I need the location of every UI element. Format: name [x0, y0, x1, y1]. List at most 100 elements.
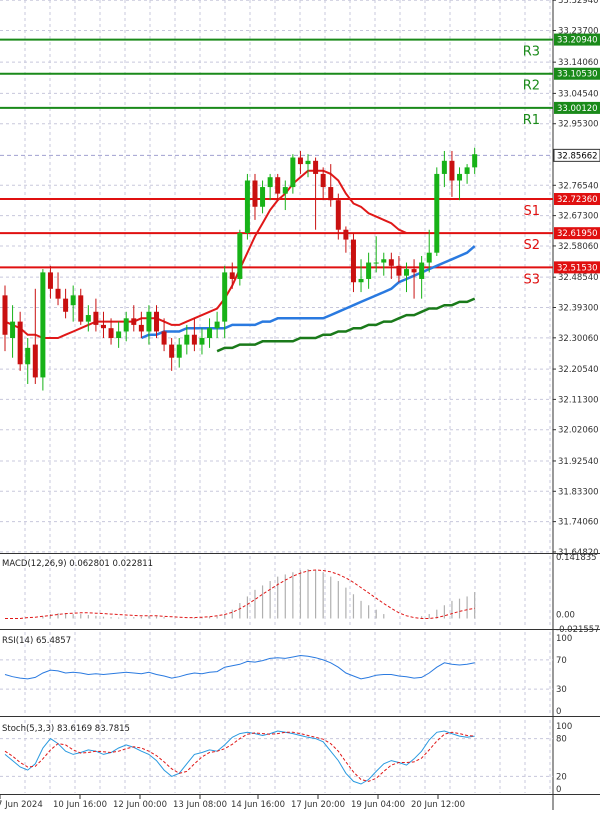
candle	[100, 311, 106, 339]
level-name-s2: S2	[523, 238, 540, 253]
candle-body	[244, 180, 250, 234]
candle	[411, 259, 417, 299]
candle	[472, 147, 478, 174]
rsi-tick-label: 0	[556, 707, 561, 717]
candle-body	[85, 315, 91, 322]
candle-body	[267, 177, 273, 188]
price-tick-label: 32.20540	[558, 365, 599, 375]
candle-body	[350, 239, 356, 283]
candle-body	[343, 229, 349, 240]
candle	[457, 167, 463, 201]
price-tick-label: 31.92540	[558, 457, 599, 467]
candle-body	[396, 265, 402, 276]
level-price-label: 32.72360	[557, 195, 598, 205]
candle-body	[116, 331, 122, 339]
candle-body	[411, 269, 417, 273]
candle-body	[252, 180, 258, 207]
candle	[191, 318, 197, 352]
candle	[116, 321, 122, 348]
candle-body	[176, 344, 182, 358]
level-price-label: 33.10530	[557, 70, 598, 80]
rsi-panel: RSI(14) 65.4857 100 70 30 0	[0, 634, 572, 717]
candle	[381, 252, 387, 276]
current-price-label: 32.85662	[557, 151, 598, 161]
candle	[275, 173, 281, 201]
candle	[85, 305, 91, 332]
price-tick-label: 32.67300	[558, 212, 599, 222]
price-tick-label: 32.58060	[558, 242, 599, 252]
candle-body	[426, 252, 432, 263]
candle	[176, 338, 182, 368]
level-price-label: 33.00120	[557, 104, 598, 114]
candle-body	[25, 347, 31, 365]
candle-body	[214, 321, 220, 329]
time-tick-label: 17 Jun 20:00	[291, 800, 345, 810]
candle	[214, 311, 220, 339]
time-tick-label: 7 Jun 2024	[0, 800, 43, 810]
candle-body	[207, 328, 213, 339]
stoch-title: Stoch(5,3,3) 83.6169 83.7815	[2, 724, 130, 734]
chart-root: R3 33.20940 R2 33.10530 R1 33.00120 S1 32.72360…	[0, 0, 600, 810]
rsi-tick-label: 30	[556, 685, 567, 695]
macd-title: MACD(12,26,9) 0.062801 0.022811	[2, 559, 153, 569]
candle-body	[146, 311, 152, 332]
candle	[267, 173, 273, 201]
stoch-tick-label: 0	[556, 785, 561, 795]
candle-body	[154, 311, 160, 332]
candle-body	[63, 298, 69, 312]
rsi-tick-label: 100	[556, 634, 572, 644]
price-tick-label: 32.30060	[558, 334, 599, 344]
candle-body	[55, 288, 61, 299]
candle-body	[78, 295, 84, 322]
candle-body	[131, 318, 137, 325]
candle-body	[70, 295, 76, 306]
candle-body	[457, 173, 463, 181]
candle-body	[320, 173, 326, 188]
candle	[123, 311, 129, 342]
level-name-r3: R3	[523, 45, 540, 60]
price-tick-label: 31.74060	[558, 518, 599, 528]
candles-layer	[2, 147, 478, 391]
stoch-tick-label: 20	[556, 772, 567, 782]
candle	[441, 150, 447, 188]
candle-body	[335, 200, 341, 230]
candle	[350, 233, 356, 293]
candle	[237, 229, 243, 286]
candle-body	[2, 295, 8, 335]
candle	[313, 157, 319, 230]
candle-body	[434, 173, 440, 253]
level-name-s1: S1	[523, 204, 540, 219]
candle-body	[47, 272, 53, 289]
level-name-r1: R1	[523, 113, 540, 128]
candle	[78, 288, 84, 325]
candle	[419, 255, 425, 299]
candle	[434, 167, 440, 256]
candle-body	[222, 272, 228, 322]
candle-body	[237, 233, 243, 279]
candle-body	[419, 262, 425, 279]
candle-body	[366, 262, 372, 279]
candle	[297, 150, 303, 174]
candle	[40, 269, 46, 391]
price-tick-label: 32.76540	[558, 181, 599, 191]
stoch-tick-label: 100	[556, 722, 572, 732]
candle	[464, 164, 470, 184]
candle	[305, 154, 311, 178]
candle-body	[313, 160, 319, 174]
candle-body	[123, 318, 129, 332]
candle-body	[388, 259, 394, 266]
stoch-tick-label: 80	[556, 735, 567, 745]
price-tick-label: 33.32940	[558, 0, 599, 6]
candle-body	[290, 157, 296, 188]
candle	[131, 305, 137, 332]
candle-body	[373, 262, 379, 264]
candle	[426, 229, 432, 273]
price-tick-label: 31.83300	[558, 487, 599, 497]
price-tick-label: 32.39300	[558, 304, 599, 314]
price-tick-label: 33.23700	[558, 27, 599, 37]
level-name-r2: R2	[523, 79, 540, 94]
candle	[388, 252, 394, 279]
price-tick-label: 32.95300	[558, 120, 599, 130]
candle	[366, 252, 372, 289]
candle-body	[358, 278, 364, 283]
